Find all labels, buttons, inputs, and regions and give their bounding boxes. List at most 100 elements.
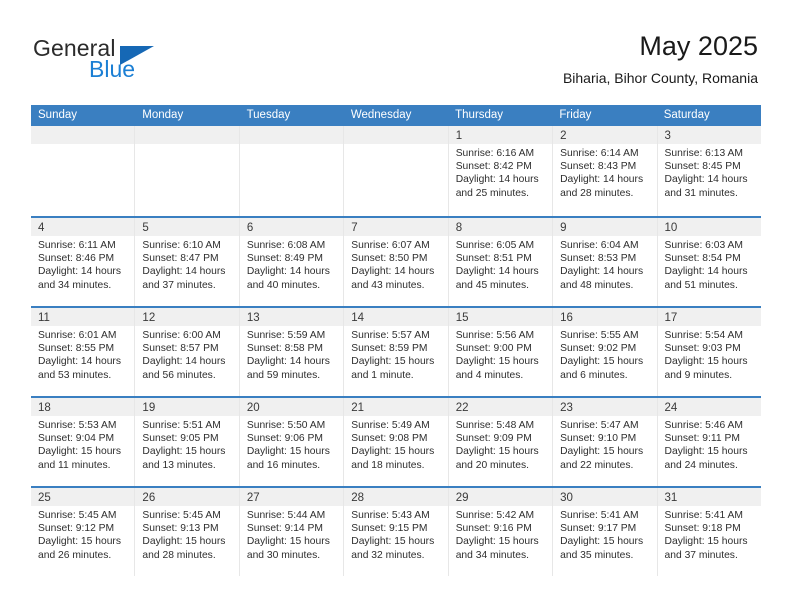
calendar-day-cell[interactable]: 21 Sunrise: 5:49 AM Sunset: 9:08 PM Dayligh… — [344, 398, 449, 486]
day-info-line: Sunset: 8:51 PM — [455, 253, 532, 265]
calendar-day-cell[interactable]: 17 Sunrise: 5:54 AM Sunset: 9:03 PM Dayligh… — [657, 308, 761, 396]
day-info-line: and 4 minutes. — [455, 369, 524, 381]
calendar-day-cell[interactable]: 11 Sunrise: 6:01 AM Sunset: 8:55 PM Dayligh… — [31, 308, 136, 396]
calendar-day-cell[interactable]: 12 Sunrise: 6:00 AM Sunset: 8:57 PM Dayligh… — [135, 308, 240, 396]
day-info-line: and 24 minutes. — [664, 459, 738, 471]
calendar-day-cell[interactable]: 18 Sunrise: 5:53 AM Sunset: 9:04 PM Dayligh… — [31, 398, 136, 486]
calendar-day-cell[interactable]: 27 Sunrise: 5:44 AM Sunset: 9:14 PM Dayligh… — [239, 488, 345, 576]
day-info-line: Sunrise: 5:45 AM — [142, 510, 221, 521]
day-info-line: Sunrise: 5:54 AM — [664, 330, 743, 341]
day-info-line: Daylight: 14 hours — [246, 356, 330, 368]
day-info-line: Daylight: 14 hours — [560, 266, 644, 278]
day-info-line: and 56 minutes. — [142, 369, 216, 381]
calendar-day-cell[interactable]: 10 Sunrise: 6:03 AM Sunset: 8:54 PM Dayligh… — [657, 218, 761, 306]
day-sun-info: Sunrise: 5:45 AM Sunset: 9:13 PM Daylight:… — [135, 506, 238, 562]
calendar-day-cell[interactable]: 6 Sunrise: 6:08 AM Sunset: 8:49 PM Daylight… — [239, 218, 345, 306]
day-sun-info: Sunrise: 6:13 AM Sunset: 8:45 PM Daylight:… — [658, 144, 761, 200]
calendar-day-cell[interactable]: 16 Sunrise: 5:55 AM Sunset: 9:02 PM Dayligh… — [553, 308, 658, 396]
logo-text-blue: Blue — [89, 56, 136, 82]
calendar-day-cell[interactable]: 24 Sunrise: 5:46 AM Sunset: 9:11 PM Dayligh… — [657, 398, 761, 486]
day-sun-info: Sunrise: 6:03 AM Sunset: 8:54 PM Daylight:… — [658, 236, 761, 292]
day-number: 10 — [664, 222, 678, 234]
day-info-line: and 18 minutes. — [351, 459, 425, 471]
day-info-line: and 13 minutes. — [142, 459, 216, 471]
day-number: 16 — [560, 312, 573, 324]
calendar-day-cell[interactable]: 25 Sunrise: 5:45 AM Sunset: 9:12 PM Dayligh… — [31, 488, 136, 576]
calendar-day-cell[interactable]: 1 Sunrise: 6:16 AM Sunset: 8:42 PM Daylight… — [448, 126, 554, 216]
day-info-line: Daylight: 14 hours — [142, 356, 226, 368]
calendar-day-cell[interactable]: 31 Sunrise: 5:41 AM Sunset: 9:18 PM Dayligh… — [657, 488, 761, 576]
calendar-day-cell[interactable]: 7 Sunrise: 6:07 AM Sunset: 8:50 PM Daylight… — [344, 218, 449, 306]
weekday-header-sunday: Sunday — [38, 109, 78, 121]
day-info-line: Sunset: 8:58 PM — [246, 343, 323, 355]
calendar-day-cell[interactable]: 5 Sunrise: 6:10 AM Sunset: 8:47 PM Daylight… — [135, 218, 240, 306]
calendar-day-cell[interactable]: 13 Sunrise: 5:59 AM Sunset: 8:58 PM Dayligh… — [239, 308, 345, 396]
day-number-band: 1 — [448, 126, 553, 144]
day-info-line: Sunset: 9:15 PM — [351, 523, 428, 535]
calendar-day-cell[interactable]: 8 Sunrise: 6:05 AM Sunset: 8:51 PM Daylight… — [448, 218, 554, 306]
day-info-line: Sunset: 9:18 PM — [664, 523, 741, 535]
day-number-band — [344, 126, 448, 144]
day-sun-info: Sunrise: 6:05 AM Sunset: 8:51 PM Daylight:… — [449, 236, 552, 292]
day-info-line: and 16 minutes. — [246, 459, 321, 471]
day-info-line: Sunrise: 5:51 AM — [142, 420, 221, 431]
day-info-line: Sunrise: 5:49 AM — [351, 420, 430, 431]
calendar-day-cell[interactable]: 19 Sunrise: 5:51 AM Sunset: 9:05 PM Dayligh… — [135, 398, 240, 486]
day-info-line: Sunrise: 5:43 AM — [351, 510, 430, 521]
day-info-line: Sunrise: 5:42 AM — [455, 510, 535, 521]
calendar-day-empty — [344, 126, 449, 216]
weekday-header-tuesday: Tuesday — [246, 109, 291, 121]
calendar-weeks: 1 Sunrise: 6:16 AM Sunset: 8:42 PM Daylight… — [31, 126, 761, 576]
day-sun-info: Sunrise: 5:55 AM Sunset: 9:02 PM Daylight:… — [553, 326, 656, 382]
day-info-line: Sunrise: 5:59 AM — [246, 330, 326, 341]
day-info-line: and 9 minutes. — [664, 369, 733, 381]
day-number-band: 2 — [553, 126, 657, 144]
day-number-band: 20 — [239, 398, 344, 416]
calendar-day-cell[interactable]: 29 Sunrise: 5:42 AM Sunset: 9:16 PM Dayligh… — [448, 488, 554, 576]
day-info-line: and 37 minutes. — [142, 279, 216, 291]
calendar-page: General Blue May 2025 Biharia, Bihor Cou… — [0, 0, 792, 612]
weekday-header-wednesday: Wednesday — [350, 109, 412, 121]
day-number: 15 — [455, 312, 469, 324]
day-sun-info: Sunrise: 5:41 AM Sunset: 9:17 PM Daylight:… — [553, 506, 656, 562]
calendar-day-cell[interactable]: 15 Sunrise: 5:56 AM Sunset: 9:00 PM Dayligh… — [448, 308, 554, 396]
calendar-week-row: 25 Sunrise: 5:45 AM Sunset: 9:12 PM Dayligh… — [31, 486, 761, 576]
day-number-band: 8 — [448, 218, 553, 236]
day-info-line: Sunrise: 5:46 AM — [664, 420, 743, 431]
calendar-day-cell[interactable]: 14 Sunrise: 5:57 AM Sunset: 8:59 PM Dayligh… — [344, 308, 449, 396]
calendar-day-cell[interactable]: 23 Sunrise: 5:47 AM Sunset: 9:10 PM Dayligh… — [553, 398, 658, 486]
day-info-line: Sunrise: 5:45 AM — [38, 510, 117, 521]
calendar-day-cell[interactable]: 22 Sunrise: 5:48 AM Sunset: 9:09 PM Dayligh… — [448, 398, 554, 486]
day-info-line: Sunrise: 6:04 AM — [560, 240, 639, 251]
day-info-line: and 31 minutes. — [664, 187, 738, 199]
day-info-line: Sunrise: 6:10 AM — [142, 240, 221, 251]
day-sun-info: Sunrise: 5:59 AM Sunset: 8:58 PM Daylight:… — [240, 326, 343, 382]
day-info-line: Sunrise: 5:47 AM — [560, 420, 639, 431]
day-info-line: Sunset: 8:53 PM — [560, 253, 637, 265]
calendar-day-cell[interactable]: 2 Sunrise: 6:14 AM Sunset: 8:43 PM Daylight… — [553, 126, 658, 216]
calendar-day-cell[interactable]: 28 Sunrise: 5:43 AM Sunset: 9:15 PM Dayligh… — [344, 488, 449, 576]
day-info-line: Daylight: 14 hours — [38, 266, 121, 278]
calendar-day-cell[interactable]: 4 Sunrise: 6:11 AM Sunset: 8:46 PM Daylight… — [31, 218, 136, 306]
day-number-band: 19 — [135, 398, 239, 416]
day-sun-info — [344, 144, 447, 147]
day-info-line: Sunrise: 6:07 AM — [351, 240, 430, 251]
day-info-line: and 25 minutes. — [455, 187, 529, 199]
day-number: 19 — [142, 402, 156, 414]
calendar-day-cell[interactable]: 20 Sunrise: 5:50 AM Sunset: 9:06 PM Dayligh… — [239, 398, 345, 486]
day-info-line: Sunset: 9:11 PM — [664, 433, 740, 445]
day-sun-info: Sunrise: 5:54 AM Sunset: 9:03 PM Daylight:… — [658, 326, 761, 382]
day-number-band: 18 — [31, 398, 135, 416]
day-sun-info: Sunrise: 5:49 AM Sunset: 9:08 PM Daylight:… — [344, 416, 447, 472]
calendar-day-cell[interactable]: 3 Sunrise: 6:13 AM Sunset: 8:45 PM Daylight… — [657, 126, 761, 216]
day-number: 8 — [455, 222, 463, 234]
day-info-line: Daylight: 15 hours — [351, 536, 435, 548]
calendar-day-cell[interactable]: 9 Sunrise: 6:04 AM Sunset: 8:53 PM Daylight… — [553, 218, 658, 306]
day-info-line: Sunrise: 6:14 AM — [560, 148, 639, 159]
day-info-line: Daylight: 14 hours — [38, 356, 121, 368]
calendar-day-cell[interactable]: 26 Sunrise: 5:45 AM Sunset: 9:13 PM Dayligh… — [135, 488, 240, 576]
day-info-line: Daylight: 14 hours — [246, 266, 330, 278]
calendar-day-cell[interactable]: 30 Sunrise: 5:41 AM Sunset: 9:17 PM Dayligh… — [553, 488, 658, 576]
page-header: General Blue May 2025 Biharia, Bihor Cou… — [0, 0, 792, 104]
day-info-line: Sunset: 8:46 PM — [38, 253, 115, 265]
